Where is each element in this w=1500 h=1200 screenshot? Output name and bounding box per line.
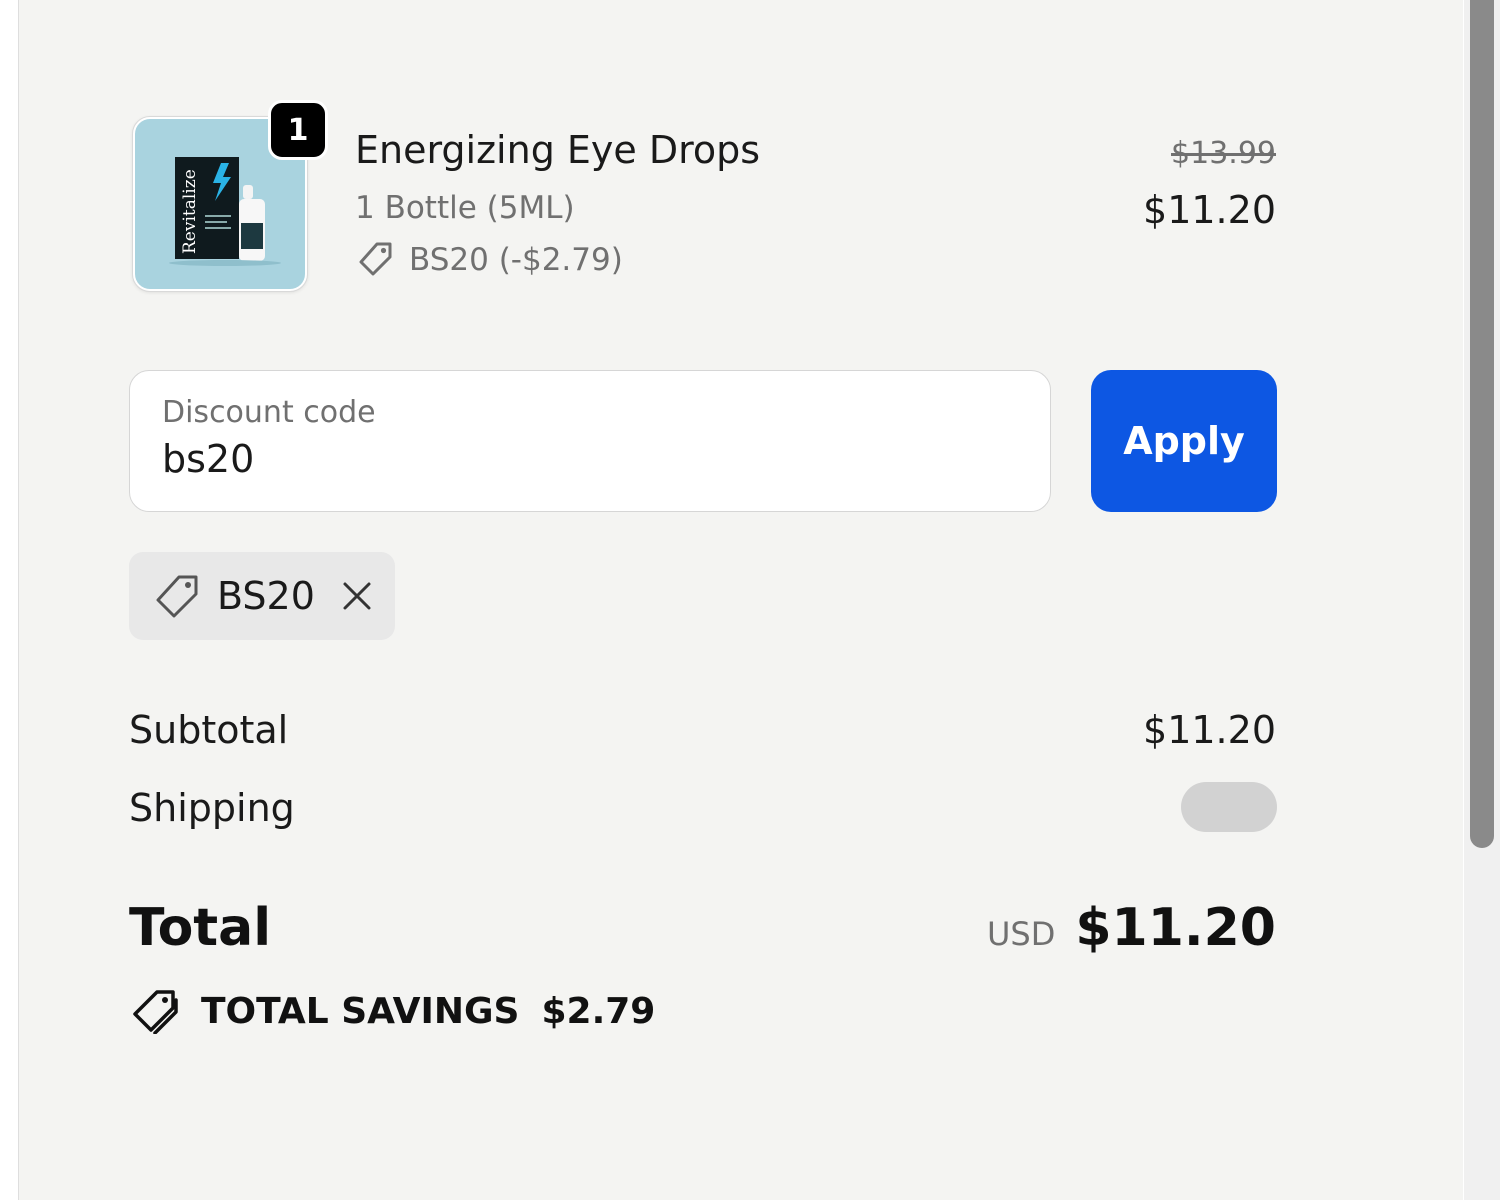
total-savings-label: TOTAL SAVINGS — [201, 990, 520, 1032]
discount-code-field[interactable]: Discount code — [129, 370, 1051, 512]
subtotal-label: Subtotal — [129, 708, 289, 752]
total-value: $11.20 — [1075, 898, 1276, 958]
close-icon[interactable] — [341, 580, 373, 612]
discount-code-input[interactable] — [162, 437, 1012, 481]
original-price: $13.99 — [1171, 136, 1276, 171]
tag-icon — [156, 575, 198, 618]
total-amount: USD $11.20 — [987, 898, 1276, 958]
shipping-label: Shipping — [129, 786, 295, 830]
applied-code-chip: BS20 — [129, 552, 395, 640]
tag-icon — [359, 242, 392, 276]
subtotal-value: $11.20 — [1143, 708, 1276, 752]
svg-text:Revitalize: Revitalize — [180, 169, 200, 254]
current-price: $11.20 — [1143, 188, 1276, 232]
checkout-window: Revitalize 1 Energizing Eye Drops 1 Bott… — [0, 0, 1500, 1200]
tags-icon — [133, 990, 178, 1034]
shipping-value-loading — [1181, 782, 1277, 832]
applied-code-label: BS20 — [217, 574, 315, 618]
product-title: Energizing Eye Drops — [355, 128, 761, 172]
scrollbar-thumb[interactable] — [1470, 0, 1494, 848]
product-discount-text: BS20 (-$2.79) — [409, 242, 623, 278]
total-label: Total — [129, 898, 272, 958]
discount-code-label: Discount code — [162, 395, 376, 430]
total-currency: USD — [986, 915, 1056, 953]
remove-code-button[interactable] — [341, 580, 373, 612]
total-savings: TOTAL SAVINGS $2.79 — [129, 988, 655, 1034]
quantity-badge: 1 — [268, 100, 328, 160]
product-discount-line: BS20 (-$2.79) — [355, 240, 623, 280]
apply-button[interactable]: Apply — [1091, 370, 1277, 512]
total-savings-value: $2.79 — [541, 990, 656, 1032]
product-variant: 1 Bottle (5ML) — [355, 190, 575, 226]
